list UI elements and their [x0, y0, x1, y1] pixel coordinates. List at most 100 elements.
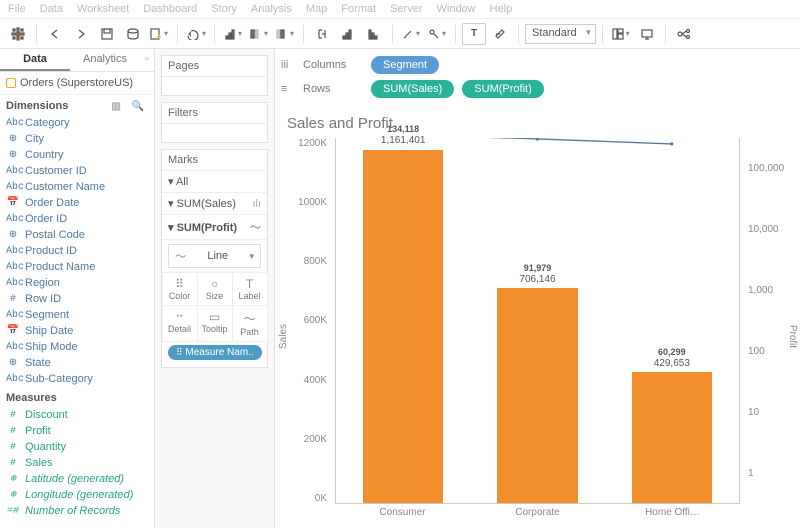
mark-row-sum-profit-[interactable]: ▾ SUM(Profit)～: [162, 215, 267, 240]
field-product-name[interactable]: AbcProduct Name: [0, 259, 154, 275]
x-axis: ConsumerCorporateHome Offi…: [335, 504, 740, 524]
field-longitude-generated-[interactable]: ⊕Longitude (generated): [0, 487, 154, 503]
datasource-name: Orders (SuperstoreUS): [20, 77, 133, 89]
field-customer-id[interactable]: AbcCustomer ID: [0, 163, 154, 179]
mark-type-label: Line: [207, 250, 228, 262]
field-latitude-generated-[interactable]: ⊕Latitude (generated): [0, 471, 154, 487]
field-sales[interactable]: #Sales: [0, 455, 154, 471]
field-region[interactable]: AbcRegion: [0, 275, 154, 291]
new-sheet-icon[interactable]: [147, 23, 171, 45]
field-number-of-records[interactable]: =#Number of Records: [0, 503, 154, 519]
menu-window[interactable]: Window: [437, 3, 476, 15]
field-quantity[interactable]: #Quantity: [0, 439, 154, 455]
mark-detail[interactable]: ⠒Detail: [162, 305, 198, 342]
measure-names-pill[interactable]: ⠿ Measure Nam..: [168, 345, 262, 360]
menu-dashboard[interactable]: Dashboard: [143, 3, 197, 15]
cards-column: Pages Filters Marks ▾ All▾ SUM(Sales)ılı…: [155, 49, 275, 528]
fix-axes-icon[interactable]: [488, 23, 512, 45]
columns-icon: iii: [281, 59, 295, 71]
menu-help[interactable]: Help: [490, 3, 513, 15]
highlight-icon[interactable]: [399, 23, 423, 45]
undo-icon[interactable]: [184, 23, 208, 45]
sort-asc-icon[interactable]: [247, 23, 271, 45]
marks-card: Marks ▾ All▾ SUM(Sales)ılı▾ SUM(Profit)～…: [161, 149, 268, 368]
menu-analysis[interactable]: Analysis: [251, 3, 292, 15]
field-category[interactable]: AbcCategory: [0, 115, 154, 131]
presentation-icon[interactable]: [635, 23, 659, 45]
back-icon[interactable]: [43, 23, 67, 45]
field-product-id[interactable]: AbcProduct ID: [0, 243, 154, 259]
field-customer-name[interactable]: AbcCustomer Name: [0, 179, 154, 195]
filters-card[interactable]: Filters: [161, 102, 268, 143]
columns-shelf[interactable]: iii Columns Segment: [281, 53, 794, 77]
mark-tooltip[interactable]: ▭Tooltip: [197, 305, 233, 342]
menu-file[interactable]: File: [8, 3, 26, 15]
datasource-icon: [6, 78, 16, 88]
field-ship-mode[interactable]: AbcShip Mode: [0, 339, 154, 355]
mark-color[interactable]: ⠿Color: [162, 272, 198, 306]
field-order-id[interactable]: AbcOrder ID: [0, 211, 154, 227]
pages-card[interactable]: Pages: [161, 55, 268, 96]
pin-icon[interactable]: [425, 23, 449, 45]
forward-icon[interactable]: [69, 23, 93, 45]
field-state[interactable]: ⊕State: [0, 355, 154, 371]
mark-path[interactable]: ～Path: [232, 305, 268, 342]
menu-story[interactable]: Story: [211, 3, 237, 15]
datasource-row[interactable]: Orders (SuperstoreUS): [0, 72, 154, 95]
field-sub-category[interactable]: AbcSub-Category: [0, 371, 154, 387]
field-country[interactable]: ⊕Country: [0, 147, 154, 163]
measures-list: #Discount#Profit#Quantity#Sales⊕Latitude…: [0, 407, 154, 519]
filters-header: Filters: [162, 103, 267, 124]
marks-header: Marks: [162, 150, 267, 171]
worksheet: iii Columns Segment ≡ Rows SUM(Sales) SU…: [275, 49, 800, 528]
columns-label: Columns: [303, 59, 363, 71]
toolbar: T Standard: [0, 19, 800, 49]
menu-map[interactable]: Map: [306, 3, 327, 15]
menu-format[interactable]: Format: [341, 3, 376, 15]
menu-bar: File Data Worksheet Dashboard Story Anal…: [0, 0, 800, 19]
logo-icon[interactable]: [6, 23, 30, 45]
rows-shelf[interactable]: ≡ Rows SUM(Sales) SUM(Profit): [281, 77, 794, 101]
field-row-id[interactable]: #Row ID: [0, 291, 154, 307]
tab-data[interactable]: Data: [0, 49, 70, 71]
group-icon[interactable]: [310, 23, 334, 45]
mark-size[interactable]: ○Size: [197, 272, 233, 306]
menu-data[interactable]: Data: [40, 3, 63, 15]
mark-label[interactable]: TLabel: [232, 272, 268, 306]
pill-segment[interactable]: Segment: [371, 56, 439, 74]
cards-icon[interactable]: [609, 23, 633, 45]
sort-bars-asc-icon[interactable]: [336, 23, 360, 45]
dim-header-icons[interactable]: ▥ 🔍: [111, 101, 148, 112]
menu-server[interactable]: Server: [390, 3, 422, 15]
field-order-date[interactable]: 📅Order Date: [0, 195, 154, 211]
new-datasource-icon[interactable]: [121, 23, 145, 45]
field-postal-code[interactable]: ⊕Postal Code: [0, 227, 154, 243]
mark-row-all[interactable]: ▾ All: [162, 171, 267, 193]
y-axis-left: 1200K1000K800K600K400K200K0K: [285, 138, 331, 504]
measures-header: Measures: [6, 392, 57, 404]
mark-type-select[interactable]: ～ Line ▾: [168, 244, 261, 268]
fit-select[interactable]: Standard: [525, 24, 596, 44]
swap-icon[interactable]: [221, 23, 245, 45]
tab-analytics[interactable]: Analytics: [70, 49, 140, 71]
save-icon[interactable]: [95, 23, 119, 45]
field-profit[interactable]: #Profit: [0, 423, 154, 439]
showme-icon[interactable]: [672, 23, 696, 45]
sort-bars-desc-icon[interactable]: [362, 23, 386, 45]
pill-sum-profit[interactable]: SUM(Profit): [462, 80, 543, 98]
mark-row-sum-sales-[interactable]: ▾ SUM(Sales)ılı: [162, 193, 267, 215]
data-pane: Data Analytics ▫ Orders (SuperstoreUS) D…: [0, 49, 155, 528]
panel-menu-icon[interactable]: ▫: [140, 49, 154, 71]
field-discount[interactable]: #Discount: [0, 407, 154, 423]
menu-worksheet[interactable]: Worksheet: [77, 3, 129, 15]
pill-sum-sales[interactable]: SUM(Sales): [371, 80, 454, 98]
field-ship-date[interactable]: 📅Ship Date: [0, 323, 154, 339]
field-city[interactable]: ⊕City: [0, 131, 154, 147]
chart-plot[interactable]: Sales Profit 1200K1000K800K600K400K200K0…: [285, 138, 790, 524]
rows-icon: ≡: [281, 83, 295, 95]
label-icon[interactable]: T: [462, 23, 486, 45]
rows-label: Rows: [303, 83, 363, 95]
field-segment[interactable]: AbcSegment: [0, 307, 154, 323]
sort-desc-icon[interactable]: [273, 23, 297, 45]
dimensions-header: Dimensions: [6, 100, 68, 112]
